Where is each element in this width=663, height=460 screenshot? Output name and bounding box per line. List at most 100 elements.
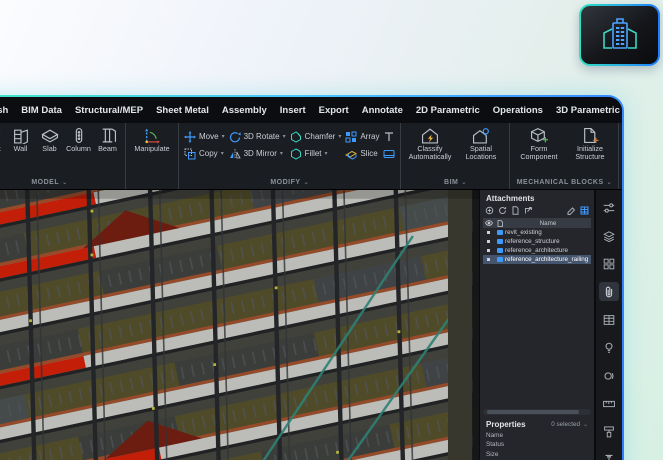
menu-insert[interactable]: Insert bbox=[280, 105, 306, 116]
array-button[interactable]: Array bbox=[345, 130, 379, 143]
rotate-3d-button[interactable]: 3D Rotate ▾ bbox=[229, 130, 286, 143]
dropdown-arrow-icon[interactable]: ▾ bbox=[283, 133, 286, 140]
attachments-toolbar bbox=[480, 205, 594, 218]
attachments-panel-icon[interactable] bbox=[599, 282, 619, 301]
chevron-down-icon: ⌄ bbox=[582, 421, 588, 428]
attachment-row[interactable]: revit_existing bbox=[483, 228, 591, 237]
sheets-panel-icon[interactable] bbox=[599, 310, 619, 329]
name-column-header[interactable]: Name bbox=[505, 220, 591, 227]
chevron-down-icon: ⌄ bbox=[606, 180, 613, 186]
model-viewport[interactable] bbox=[0, 190, 479, 460]
initialize-structure-button[interactable]: Initialize Structure bbox=[564, 125, 615, 161]
chamfer-icon bbox=[290, 130, 301, 143]
property-row[interactable]: Name bbox=[480, 431, 594, 441]
attachment-row[interactable]: reference_architecture bbox=[483, 246, 591, 255]
file-icon[interactable] bbox=[511, 206, 520, 215]
property-row[interactable]: Size bbox=[480, 450, 594, 460]
lightbulb-panel-icon[interactable] bbox=[599, 338, 619, 357]
beam-label: Beam bbox=[98, 144, 117, 153]
refresh-icon[interactable] bbox=[498, 206, 507, 215]
slice-button[interactable]: Slice bbox=[345, 147, 379, 160]
menu-mesh[interactable]: Mesh bbox=[0, 105, 8, 116]
blocks-panel-icon[interactable] bbox=[599, 254, 619, 273]
detach-icon[interactable] bbox=[567, 206, 576, 215]
ribbon-group-layers: Layers ⌄ ▾ bbox=[619, 123, 622, 189]
render-panel-icon[interactable] bbox=[599, 366, 619, 385]
visibility-dot[interactable] bbox=[483, 258, 494, 261]
classify-automatically-button[interactable]: Classify Automatically bbox=[404, 125, 455, 161]
slab-label: Slab bbox=[42, 144, 57, 153]
dwg-file-icon bbox=[494, 257, 505, 262]
menu-annotate[interactable]: Annotate bbox=[362, 105, 403, 116]
ribbon-group-manipulate: Manipulate bbox=[126, 123, 179, 189]
attachment-row[interactable]: reference_structure bbox=[483, 237, 591, 246]
property-row[interactable]: Status bbox=[480, 440, 594, 450]
attach-icon[interactable] bbox=[485, 206, 494, 215]
dropdown-arrow-icon[interactable]: ▾ bbox=[338, 133, 341, 140]
rotate-3d-label: 3D Rotate bbox=[243, 132, 280, 141]
attachment-row-selected[interactable]: reference_architecture_railing bbox=[483, 255, 591, 264]
ribbon-group-bim: Classify Automatically Spatial Locations… bbox=[401, 123, 511, 189]
settings-sliders-icon[interactable] bbox=[599, 198, 619, 217]
fillet-button[interactable]: Fillet ▾ bbox=[290, 147, 342, 160]
menu-assembly[interactable]: Assembly bbox=[222, 105, 267, 116]
form-component-button[interactable]: Form Component bbox=[513, 125, 564, 161]
panel-splitter[interactable] bbox=[483, 408, 591, 415]
viewport-tool-button[interactable] bbox=[383, 147, 395, 160]
wall-icon bbox=[13, 129, 28, 144]
mirror-3d-button[interactable]: 3D Mirror ▾ bbox=[229, 147, 286, 160]
visibility-dot[interactable] bbox=[483, 231, 494, 234]
fillet-icon bbox=[290, 147, 301, 160]
slab-button[interactable]: Slab bbox=[35, 125, 64, 153]
column-button[interactable]: Column bbox=[64, 125, 93, 153]
eye-icon[interactable] bbox=[483, 220, 494, 226]
dropdown-arrow-icon[interactable]: ▾ bbox=[325, 150, 328, 157]
modify-group-label[interactable]: MODIFY ⌄ bbox=[182, 176, 397, 189]
properties-selection-dropdown[interactable]: 0 selected ⌄ bbox=[551, 421, 588, 428]
spatial-locations-button[interactable]: Spatial Locations bbox=[455, 125, 506, 161]
app-window-border: Mesh BIM Data Structural/MEP Sheet Metal… bbox=[0, 95, 624, 460]
menu-export[interactable]: Export bbox=[319, 105, 349, 116]
menu-3d-parametric[interactable]: 3D Parametric bbox=[556, 105, 620, 116]
update-icon[interactable] bbox=[524, 206, 533, 215]
slab-icon bbox=[40, 129, 59, 143]
ruler-panel-icon[interactable] bbox=[599, 394, 619, 413]
manipulate-button[interactable]: Manipulate bbox=[129, 125, 175, 153]
rotate-3d-icon bbox=[229, 131, 241, 142]
app-logo-badge[interactable] bbox=[579, 4, 660, 66]
form-component-label: Form Component bbox=[520, 144, 558, 162]
menu-bim-data[interactable]: BIM Data bbox=[21, 105, 62, 116]
chamfer-label: Chamfer bbox=[304, 132, 336, 141]
attachments-panel: Attachments Name revit_existing referenc… bbox=[479, 190, 594, 460]
structure-panel-icon[interactable] bbox=[599, 450, 619, 460]
ribbon-group-mechanical-blocks: Form Component Initialize Structure MECH… bbox=[510, 123, 620, 189]
beam-button[interactable]: Beam bbox=[93, 125, 122, 153]
menu-bar: Mesh BIM Data Structural/MEP Sheet Metal… bbox=[0, 97, 622, 123]
mechanical-blocks-group-label[interactable]: MECHANICAL BLOCKS ⌄ bbox=[513, 176, 615, 189]
table-view-icon[interactable] bbox=[580, 206, 589, 215]
fillet-label: Fillet bbox=[304, 149, 322, 158]
menu-structural-mep[interactable]: Structural/MEP bbox=[75, 105, 143, 116]
dropdown-arrow-icon[interactable]: ▾ bbox=[280, 150, 283, 157]
dropdown-arrow-icon[interactable]: ▾ bbox=[222, 133, 225, 140]
move-button[interactable]: Move ▾ bbox=[184, 130, 225, 143]
bim-group-label[interactable]: BIM ⌄ bbox=[404, 176, 506, 189]
dropdown-arrow-icon[interactable]: ▾ bbox=[221, 150, 224, 157]
model-group-label[interactable]: MODEL ⌄ bbox=[0, 176, 122, 189]
visibility-dot[interactable] bbox=[483, 240, 494, 243]
menu-operations[interactable]: Operations bbox=[493, 105, 543, 116]
text-style-button[interactable] bbox=[383, 130, 395, 143]
copy-button[interactable]: Copy ▾ bbox=[184, 147, 225, 160]
wall-button[interactable]: Wall bbox=[6, 125, 35, 153]
building-logo-icon bbox=[602, 18, 637, 49]
ribbon-group-model: Quick Draw Wall Slab Column bbox=[0, 123, 126, 189]
layers-panel-icon[interactable] bbox=[599, 226, 619, 245]
menu-sheet-metal[interactable]: Sheet Metal bbox=[156, 105, 209, 116]
paint-panel-icon[interactable] bbox=[599, 422, 619, 441]
visibility-dot[interactable] bbox=[483, 249, 494, 252]
chamfer-button[interactable]: Chamfer ▾ bbox=[290, 130, 341, 143]
text-style-icon bbox=[385, 131, 394, 141]
quick-draw-icon bbox=[0, 127, 3, 144]
dwg-file-icon bbox=[494, 230, 505, 235]
menu-2d-parametric[interactable]: 2D Parametric bbox=[416, 105, 480, 116]
